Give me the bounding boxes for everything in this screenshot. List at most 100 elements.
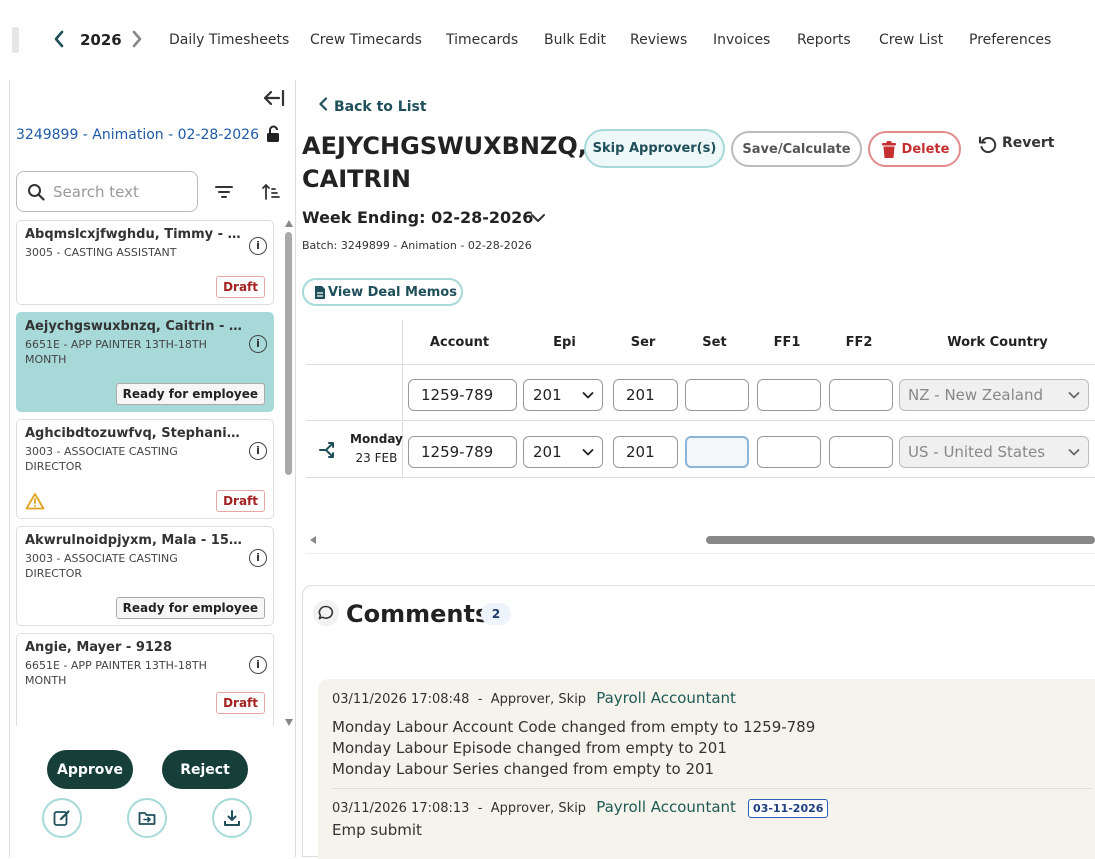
approve-button[interactable]: Approve: [47, 750, 133, 789]
batch-label: Batch: 3249899 - Animation - 02-28-2026: [302, 239, 532, 252]
ff2-input[interactable]: [829, 436, 893, 468]
collapse-sidebar-icon[interactable]: [263, 89, 285, 110]
reject-button[interactable]: Reject: [162, 750, 248, 789]
search-icon: [27, 183, 45, 201]
folder-move-icon: [138, 812, 156, 825]
sidebar-scrollbar[interactable]: [284, 220, 294, 726]
sort-icon[interactable]: [261, 182, 281, 202]
card-role: 3003 - ASSOCIATE CASTING DIRECTOR: [25, 552, 178, 580]
work-country-value: US - United States: [908, 443, 1046, 461]
scroll-down-arrow-icon[interactable]: [285, 719, 293, 726]
info-icon[interactable]: i: [249, 549, 267, 567]
comment-separator: -: [473, 801, 487, 816]
epi-select[interactable]: 201: [523, 379, 603, 411]
comment-meta: 03/11/2026 17:08:13 - Approver, Skip Pay…: [332, 788, 1092, 820]
column-header-epi: Epi: [516, 320, 613, 365]
download-button[interactable]: [212, 798, 252, 838]
ff1-input[interactable]: [757, 436, 821, 468]
status-badge: Draft: [216, 490, 265, 512]
card-role: 6651E - APP PAINTER 13TH-18TH MONTH: [25, 338, 207, 366]
week-ending-selector[interactable]: Week Ending: 02-28-2026: [302, 208, 533, 227]
set-input[interactable]: [685, 379, 749, 411]
ff1-input[interactable]: [757, 379, 821, 411]
comment-date-badge: 03-11-2026: [748, 799, 829, 818]
set-input[interactable]: [685, 436, 749, 468]
comment-line: Monday Labour Series changed from empty …: [332, 760, 715, 778]
account-input[interactable]: 1259-789: [408, 379, 517, 411]
scrollbar-thumb[interactable]: [285, 232, 292, 475]
chevron-down-icon[interactable]: [530, 210, 546, 226]
scroll-left-arrow-icon[interactable]: [310, 536, 316, 544]
nav-reviews[interactable]: Reviews: [630, 32, 687, 48]
employee-name: AEJYCHGSWUXBNZQ, CAITRIN: [302, 132, 587, 193]
next-year-chevron-icon[interactable]: [130, 29, 146, 51]
save-calculate-button[interactable]: Save/Calculate: [731, 131, 862, 167]
trash-icon: [882, 141, 896, 158]
status-badge: Ready for employee: [115, 383, 265, 405]
grid-row-default: 1259-789 201 201 NZ - New Zealand: [306, 365, 1095, 421]
row-label: [306, 365, 403, 421]
search-input[interactable]: Search text: [16, 171, 198, 212]
timecard-card[interactable]: Akwrulnoidpjyxm, Mala - 1516 3003 - ASSO…: [16, 526, 274, 626]
info-icon[interactable]: i: [249, 442, 267, 460]
info-icon[interactable]: i: [249, 237, 267, 255]
year-label: 2026: [80, 31, 122, 49]
column-header-ff1: FF1: [756, 320, 818, 365]
timecard-card-selected[interactable]: Aejychgswuxbnzq, Caitrin - 39... 6651E -…: [16, 312, 274, 412]
move-to-folder-button[interactable]: [127, 798, 167, 838]
filter-icon[interactable]: [215, 184, 233, 200]
timecard-card[interactable]: Aghcibdtozuwfvq, Stephanie -... 3003 - A…: [16, 419, 274, 519]
nav-crew-timecards[interactable]: Crew Timecards: [310, 32, 422, 48]
nav-invoices[interactable]: Invoices: [713, 32, 770, 48]
comment-author: Approver, Skip: [490, 801, 587, 816]
timecard-card[interactable]: Abqmslcxjfwghdu, Timmy - 37... 3005 - CA…: [16, 220, 274, 305]
skip-approvers-button[interactable]: Skip Approver(s): [584, 129, 725, 168]
grid-horizontal-scrollbar[interactable]: [306, 534, 1095, 546]
info-icon[interactable]: i: [249, 656, 267, 674]
comment-role: Payroll Accountant: [596, 689, 736, 707]
timecard-card[interactable]: Angie, Mayer - 9128 6651E - APP PAINTER …: [16, 633, 274, 726]
comment-item: 03/11/2026 17:08:13 - Approver, Skip Pay…: [332, 788, 1092, 841]
revert-button[interactable]: Revert: [978, 135, 1055, 154]
row-label: Monday 23 FEB: [306, 422, 403, 478]
nav-crew-list[interactable]: Crew List: [879, 32, 943, 48]
card-employee-name: Akwrulnoidpjyxm, Mala - 1516: [25, 533, 245, 548]
account-input[interactable]: 1259-789: [408, 436, 517, 468]
comment-item: 03/11/2026 17:08:48 - Approver, Skip Pay…: [332, 689, 1092, 780]
scroll-up-arrow-icon[interactable]: [285, 220, 293, 227]
nav-preferences[interactable]: Preferences: [969, 32, 1051, 48]
epi-value: 201: [533, 443, 562, 461]
info-icon[interactable]: i: [249, 335, 267, 353]
ff2-input[interactable]: [829, 379, 893, 411]
unlock-icon[interactable]: [265, 125, 281, 143]
scrollbar-thumb[interactable]: [706, 536, 1095, 544]
delete-button[interactable]: Delete: [868, 131, 961, 167]
download-icon: [224, 810, 240, 826]
comments-count-badge: 2: [481, 603, 511, 625]
nav-daily-timesheets[interactable]: Daily Timesheets: [169, 32, 289, 48]
timecard-list: Abqmslcxjfwghdu, Timmy - 37... 3005 - CA…: [16, 220, 276, 726]
drawer-handle[interactable]: [12, 27, 19, 53]
card-employee-name: Abqmslcxjfwghdu, Timmy - 37...: [25, 227, 245, 242]
ser-input[interactable]: 201: [613, 379, 678, 411]
nav-bulk-edit[interactable]: Bulk Edit: [544, 32, 606, 48]
ser-input[interactable]: 201: [613, 436, 678, 468]
epi-select[interactable]: 201: [523, 436, 603, 468]
batch-link[interactable]: 3249899 - Animation - 02-28-2026: [16, 127, 259, 143]
grid-row-monday: Monday 23 FEB 1259-789 201 201 US - Unit…: [306, 422, 1095, 478]
labour-grid: Account Epi Ser Set FF1 FF2 Work Country…: [306, 320, 1095, 554]
previous-year-chevron-icon[interactable]: [52, 29, 68, 51]
split-icon[interactable]: [318, 440, 338, 460]
day-name: Monday: [350, 432, 403, 446]
column-header-work-country: Work Country: [900, 320, 1095, 365]
view-deal-memos-button[interactable]: View Deal Memos: [302, 278, 463, 306]
work-country-select[interactable]: NZ - New Zealand: [899, 379, 1089, 411]
warning-icon: [25, 492, 45, 510]
card-role: 6651E - APP PAINTER 13TH-18TH MONTH: [25, 659, 207, 687]
back-to-list-link[interactable]: Back to List: [318, 96, 427, 115]
nav-timecards[interactable]: Timecards: [446, 32, 518, 48]
nav-reports[interactable]: Reports: [797, 32, 851, 48]
status-badge: Draft: [216, 692, 265, 714]
edit-button[interactable]: [42, 798, 82, 838]
work-country-select[interactable]: US - United States: [899, 436, 1089, 468]
